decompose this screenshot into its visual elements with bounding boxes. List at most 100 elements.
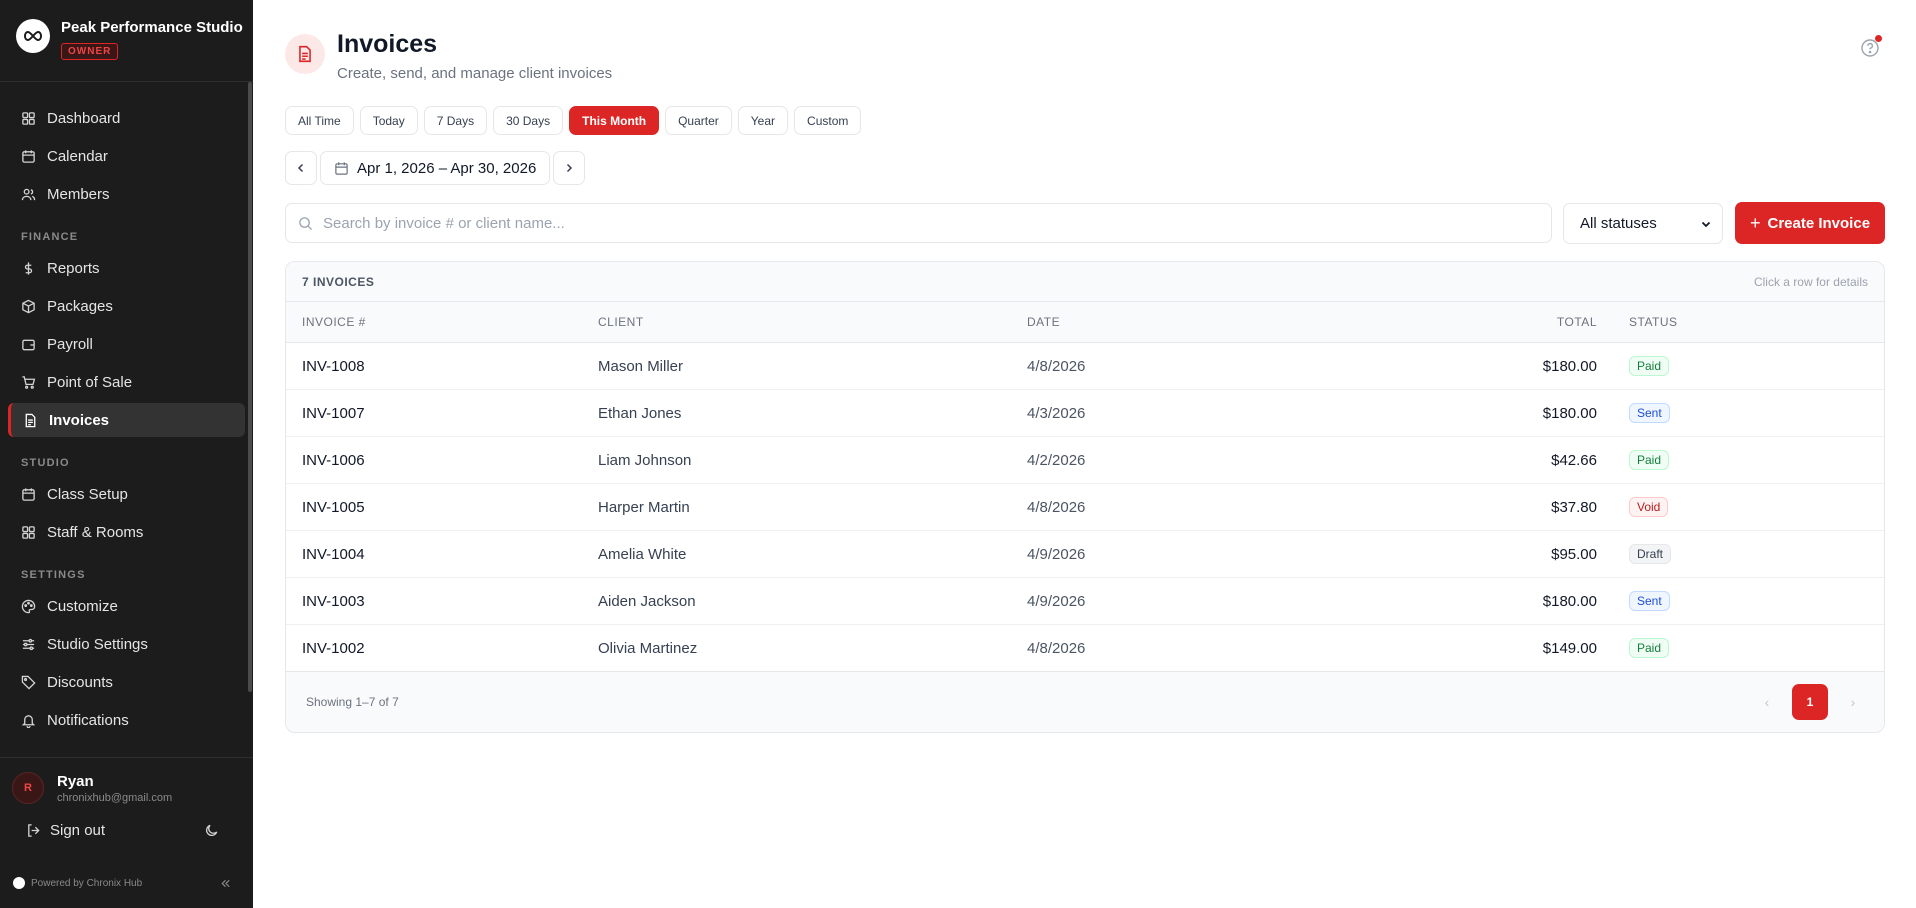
sidebar-item-label: Point of Sale: [47, 373, 133, 391]
sidebar-item-reports[interactable]: Reports: [8, 251, 245, 285]
dollar-icon: [20, 260, 36, 276]
range-tab-today[interactable]: Today: [359, 106, 418, 135]
sidebar-item-dashboard[interactable]: Dashboard: [8, 101, 245, 135]
sidebar-item-discounts[interactable]: Discounts: [8, 665, 245, 699]
invoice-count: 7 INVOICES: [302, 274, 375, 289]
help-button[interactable]: [1860, 35, 1882, 58]
range-tab-7-days[interactable]: 7 Days: [423, 106, 488, 135]
total-cell: $180.00: [1542, 592, 1597, 610]
sidebar-item-members[interactable]: Members: [8, 177, 245, 211]
sidebar-item-notifications[interactable]: Notifications: [8, 703, 245, 737]
search-input[interactable]: [323, 214, 1523, 232]
collapse-sidebar-icon[interactable]: [220, 878, 231, 889]
previous-period-button[interactable]: [285, 151, 317, 185]
sidebar-item-label: Invoices: [49, 411, 110, 429]
cart-icon: [20, 374, 36, 390]
status-badge: Paid: [1629, 356, 1670, 376]
column-header-total[interactable]: TOTAL: [1427, 315, 1597, 329]
grid-icon: [20, 524, 36, 540]
column-header-status[interactable]: STATUS: [1597, 315, 1867, 329]
table-row[interactable]: INV-1004 Amelia White 4/9/2026 $95.00 Draft: [286, 531, 1884, 578]
theme-toggle-moon-icon[interactable]: [204, 823, 219, 838]
table-toolbar: 7 INVOICES Click a row for details: [286, 262, 1884, 302]
next-page-button[interactable]: ›: [1842, 694, 1864, 710]
previous-page-button[interactable]: ‹: [1756, 694, 1778, 710]
date-cell: 4/3/2026: [1027, 404, 1086, 422]
user-name: Ryan: [57, 772, 94, 790]
infinity-icon: [24, 30, 42, 42]
sidebar-item-label: Reports: [47, 259, 100, 277]
column-header-client[interactable]: CLIENT: [598, 315, 1027, 329]
status-cell: Paid: [1597, 450, 1867, 470]
table-row[interactable]: INV-1003 Aiden Jackson 4/9/2026 $180.00 Sent: [286, 578, 1884, 625]
column-header-date[interactable]: DATE: [1027, 315, 1427, 329]
sidebar-item-staff-rooms[interactable]: Staff & Rooms: [8, 515, 245, 549]
client-cell: Ethan Jones: [598, 404, 682, 422]
sidebar-item-label: Notifications: [47, 711, 129, 729]
column-header-invoice[interactable]: INVOICE #: [286, 315, 598, 329]
total-cell: $42.66: [1551, 451, 1597, 469]
role-badge: OWNER: [61, 43, 119, 60]
status-badge: Paid: [1629, 638, 1670, 658]
showing-count: Showing 1–7 of 7: [306, 695, 399, 709]
next-period-button[interactable]: [553, 151, 586, 185]
create-invoice-button[interactable]: + Create Invoice: [1735, 202, 1885, 244]
powered-by-label: Powered by Chronix Hub: [31, 877, 143, 889]
status-filter-value: All statuses: [1580, 215, 1657, 232]
status-cell: Sent: [1597, 403, 1867, 423]
date-cell: 4/8/2026: [1027, 357, 1086, 375]
sidebar-item-customize[interactable]: Customize: [8, 589, 245, 623]
sidebar-item-studio-settings[interactable]: Studio Settings: [8, 627, 245, 661]
status-cell: Draft: [1597, 544, 1867, 564]
table-row[interactable]: INV-1008 Mason Miller 4/8/2026 $180.00 Paid: [286, 343, 1884, 390]
range-tab-custom[interactable]: Custom: [794, 106, 862, 135]
range-tab-quarter[interactable]: Quarter: [665, 106, 732, 135]
sidebar-item-point-of-sale[interactable]: Point of Sale: [8, 365, 245, 399]
chevron-right-icon: [567, 163, 573, 173]
sidebar-item-packages[interactable]: Packages: [8, 289, 245, 323]
range-tab-this-month[interactable]: This Month: [569, 106, 660, 135]
sidebar-item-payroll[interactable]: Payroll: [8, 327, 245, 361]
row-hint: Click a row for details: [1753, 274, 1868, 289]
sidebar-item-label: Class Setup: [47, 485, 128, 503]
range-tab-30-days[interactable]: 30 Days: [493, 106, 564, 135]
sidebar-scrollbar[interactable]: [248, 82, 252, 692]
members-icon: [20, 186, 36, 202]
status-filter-select[interactable]: All statuses: [1563, 203, 1723, 244]
sidebar-item-calendar[interactable]: Calendar: [8, 139, 245, 173]
total-cell: $180.00: [1542, 404, 1597, 422]
date-range-tabs: All Time Today 7 Days 30 Days This Month…: [285, 106, 862, 135]
sign-out-button[interactable]: Sign out: [26, 822, 105, 839]
brand: Peak Performance Studio OWNER: [0, 0, 253, 82]
calendar-icon: [20, 486, 36, 502]
sign-out-label: Sign out: [50, 822, 106, 839]
sidebar-item-class-setup[interactable]: Class Setup: [8, 477, 245, 511]
sliders-icon: [20, 636, 36, 652]
date-range-picker[interactable]: Apr 1, 2026 – Apr 30, 2026: [320, 151, 551, 185]
table-row[interactable]: INV-1005 Harper Martin 4/8/2026 $37.80 Void: [286, 484, 1884, 531]
tag-icon: [20, 674, 36, 690]
section-settings: SETTINGS: [21, 569, 86, 581]
table-header-row: INVOICE # CLIENT DATE TOTAL STATUS: [286, 302, 1884, 343]
user-block: R Ryan chronixhub@gmail.com Sign out Pow…: [0, 757, 253, 908]
sidebar-item-label: Dashboard: [47, 109, 121, 127]
sidebar-item-invoices[interactable]: Invoices: [8, 403, 245, 437]
package-icon: [20, 298, 36, 314]
table-row[interactable]: INV-1007 Ethan Jones 4/3/2026 $180.00 Sent: [286, 390, 1884, 437]
page-subtitle: Create, send, and manage client invoices: [337, 65, 613, 82]
sidebar-item-label: Studio Settings: [47, 635, 148, 653]
invoice-number-cell: INV-1005: [302, 498, 365, 516]
page-1-button[interactable]: 1: [1792, 684, 1828, 720]
chevron-down-icon: [1701, 221, 1711, 227]
range-tab-all-time[interactable]: All Time: [285, 106, 354, 135]
sidebar-item-label: Discounts: [47, 673, 113, 691]
table-row[interactable]: INV-1006 Liam Johnson 4/2/2026 $42.66 Paid: [286, 437, 1884, 484]
table-row[interactable]: INV-1002 Olivia Martinez 4/8/2026 $149.00 Pa…: [286, 625, 1884, 672]
date-cell: 4/8/2026: [1027, 498, 1086, 516]
status-cell: Paid: [1597, 356, 1867, 376]
range-tab-year[interactable]: Year: [737, 106, 789, 135]
user-profile[interactable]: R Ryan chronixhub@gmail.com: [0, 758, 253, 804]
client-cell: Liam Johnson: [598, 451, 692, 469]
client-cell: Aiden Jackson: [598, 592, 696, 610]
status-cell: Sent: [1597, 591, 1867, 611]
